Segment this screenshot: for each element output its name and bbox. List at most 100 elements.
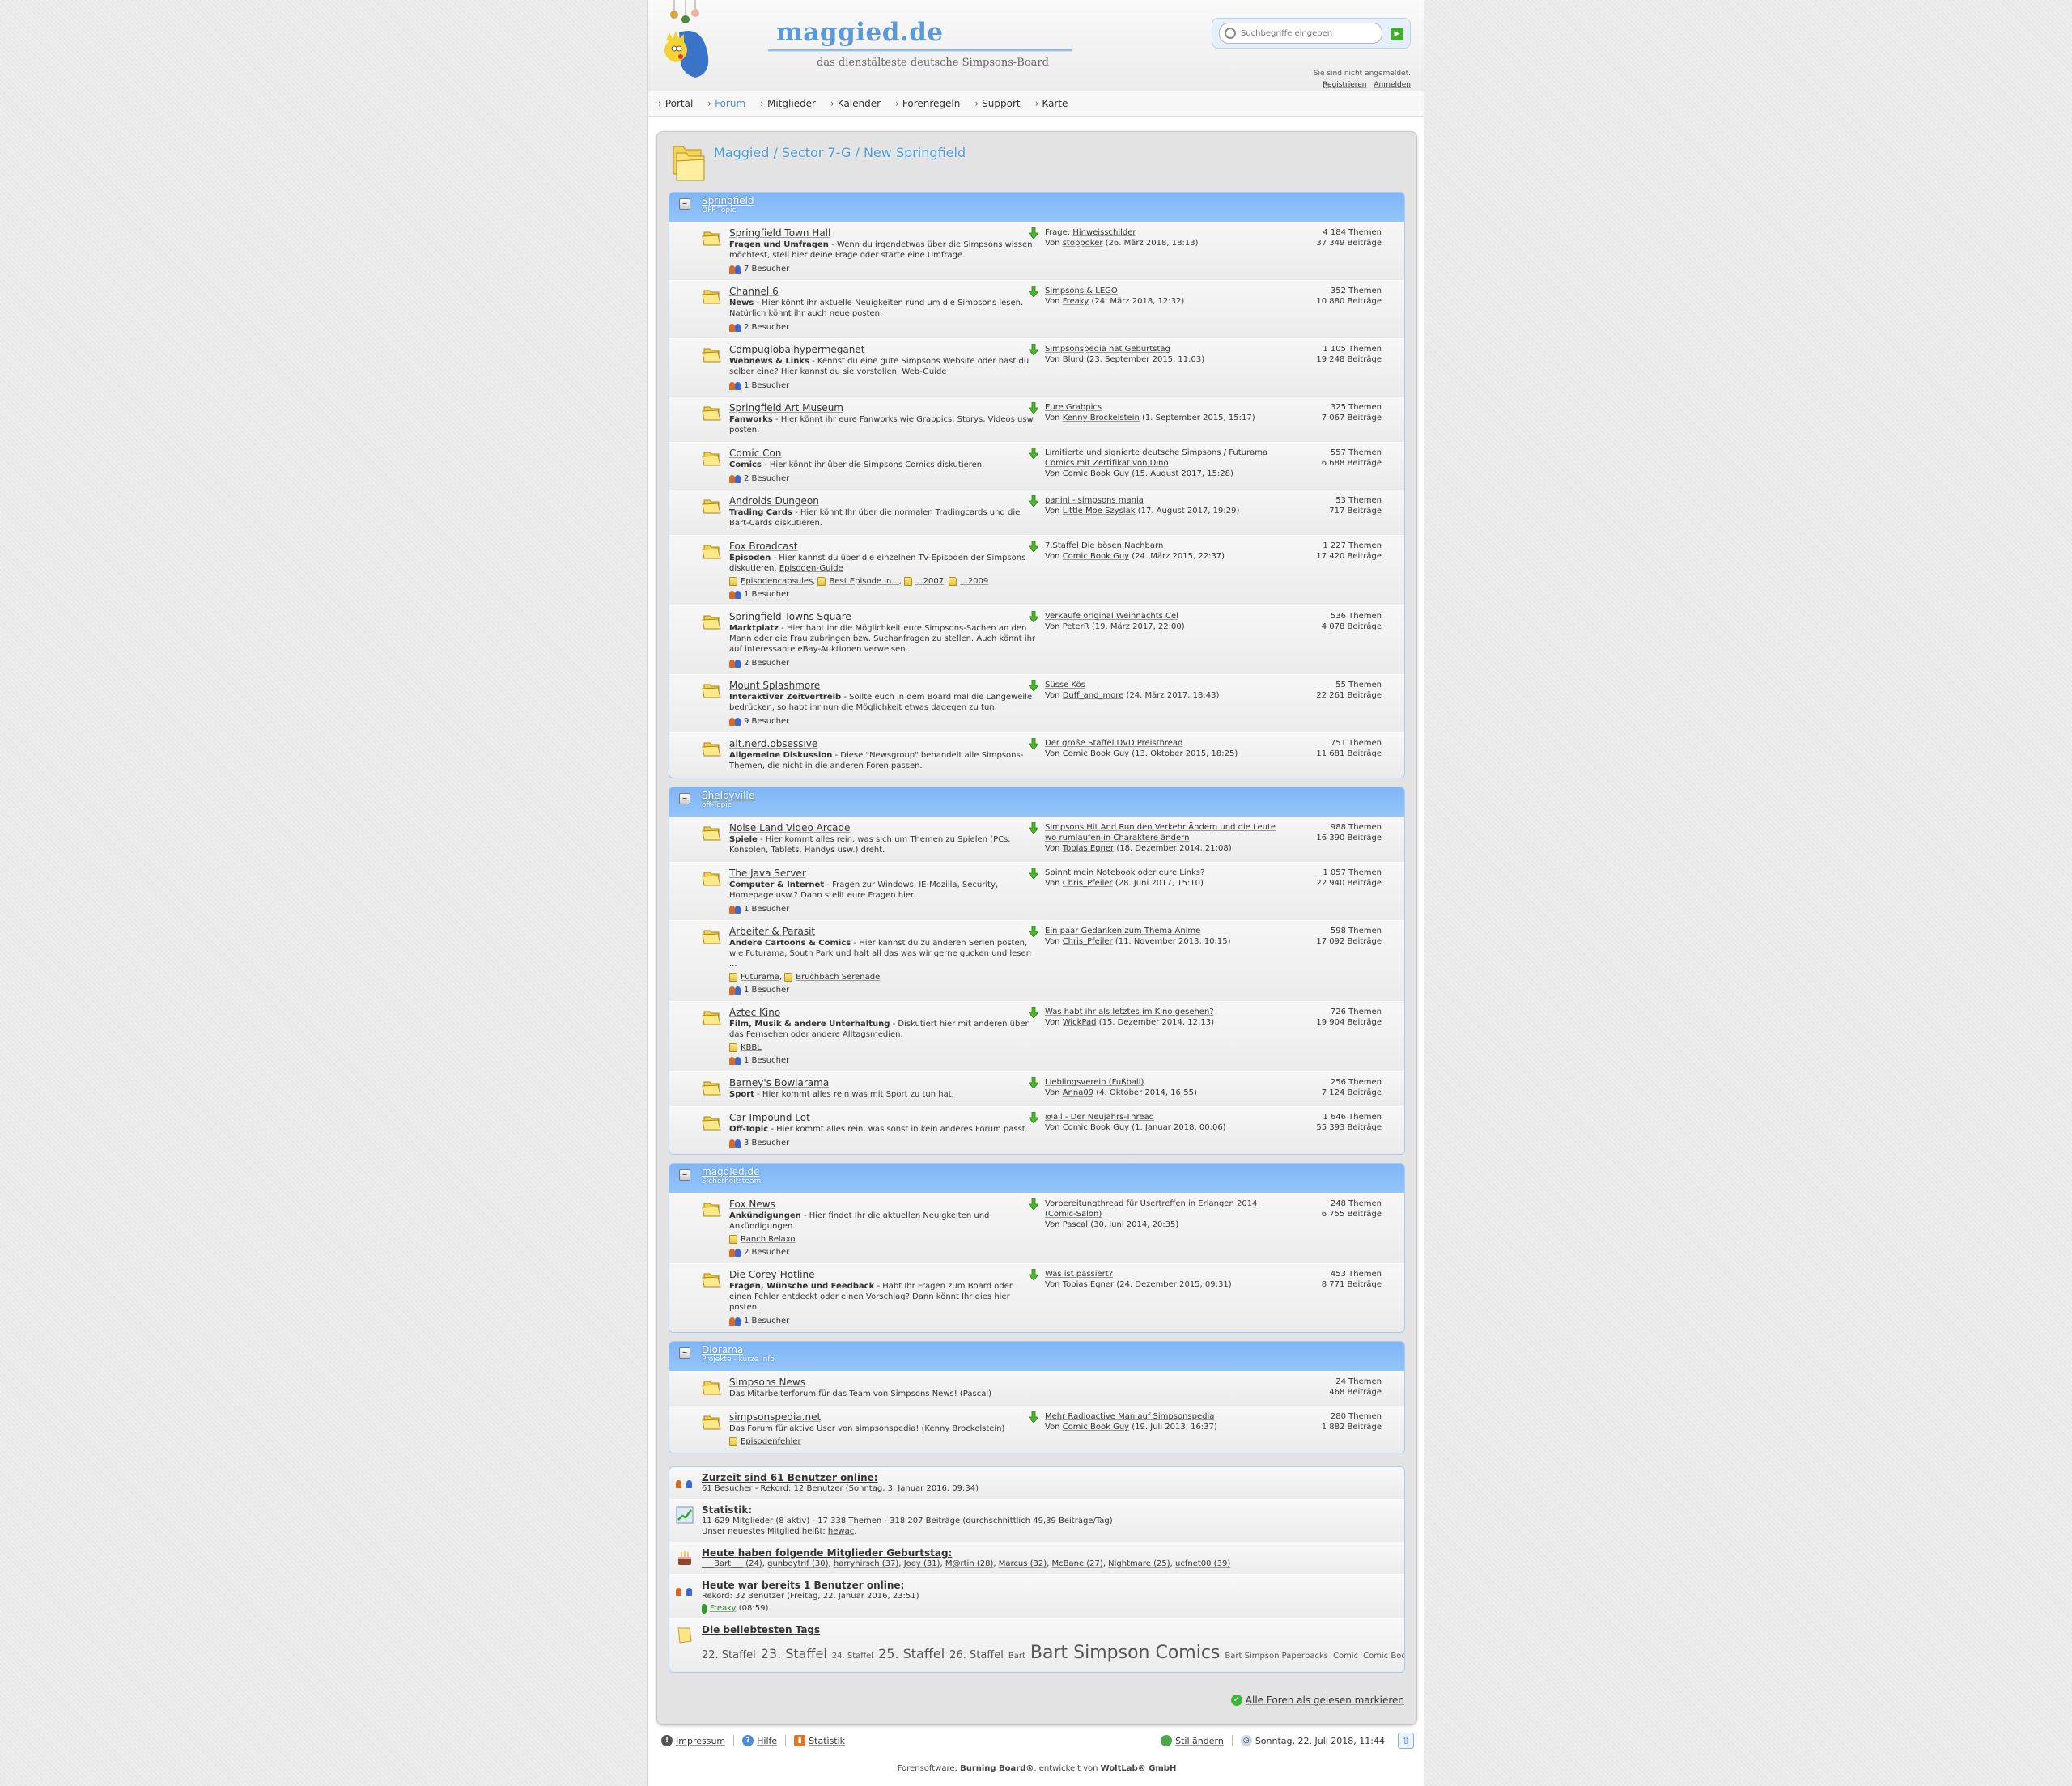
subforum-link[interactable]: ...2007	[915, 577, 944, 586]
last-post-author-link[interactable]: WickPad	[1063, 1018, 1097, 1027]
collapse-icon[interactable]: –	[679, 793, 690, 804]
go-to-last-post-icon[interactable]	[1029, 822, 1038, 834]
nav-item-support[interactable]: › Support	[974, 98, 1020, 109]
tag-link[interactable]: Comic Book Guy Comics	[1363, 1652, 1404, 1661]
go-to-last-post-icon[interactable]	[1029, 402, 1038, 414]
last-post-author-link[interactable]: Freaky	[1063, 297, 1089, 306]
search-submit-button[interactable]: ▶	[1391, 28, 1403, 40]
board-title-link[interactable]: Androids Dungeon	[729, 495, 1037, 507]
category-title[interactable]: maggied.de	[702, 1166, 1404, 1177]
last-post-author-link[interactable]: Pascal	[1063, 1220, 1088, 1229]
board-title-link[interactable]: Compuglobalhypermeganet	[729, 344, 1037, 355]
go-to-last-post-icon[interactable]	[1029, 1007, 1038, 1018]
birthday-member-link[interactable]: harryhirsch (37)	[834, 1559, 898, 1568]
board-title-link[interactable]: Barney's Bowlarama	[729, 1077, 1037, 1088]
board-title-link[interactable]: Car Impound Lot	[729, 1112, 1037, 1123]
last-post-author-link[interactable]: Anna09	[1063, 1088, 1093, 1097]
last-post-author-link[interactable]: Tobias Egner	[1063, 1280, 1114, 1289]
last-post-author-link[interactable]: Kenny Brockelstein	[1063, 414, 1140, 422]
last-post-link[interactable]: Ein paar Gedanken zum Thema Anime	[1045, 927, 1200, 935]
last-post-author-link[interactable]: Comic Book Guy	[1063, 1123, 1129, 1132]
birthday-title[interactable]: Heute haben folgende Mitglieder Geburtst…	[702, 1547, 1404, 1559]
subforum-link[interactable]: Ranch Relaxo	[741, 1235, 796, 1244]
maggie-logo-icon[interactable]	[663, 0, 710, 79]
last-post-author-link[interactable]: PeterR	[1063, 622, 1089, 631]
board-title-link[interactable]: Noise Land Video Arcade	[729, 822, 1037, 834]
board-title-link[interactable]: Springfield Towns Square	[729, 611, 1037, 622]
tag-link[interactable]: 26. Staffel	[949, 1649, 1004, 1661]
birthday-member-link[interactable]: ___Bart___ (24)	[702, 1559, 762, 1568]
last-post-link[interactable]: Spinnt mein Notebook oder eure Links?	[1045, 868, 1204, 877]
last-post-link[interactable]: Was ist passiert?	[1045, 1270, 1113, 1279]
nav-item-kalender[interactable]: › Kalender	[830, 98, 881, 109]
tags-title[interactable]: Die beliebtesten Tags	[702, 1624, 1404, 1635]
tag-link[interactable]: 24. Staffel	[832, 1652, 873, 1661]
birthday-member-link[interactable]: Marcus (32)	[999, 1559, 1047, 1568]
last-post-link[interactable]: Hinweisschilder	[1072, 228, 1136, 237]
last-post-link[interactable]: Vorbereitungthread für Usertreffen in Er…	[1045, 1199, 1257, 1219]
board-title-link[interactable]: Die Corey-Hotline	[729, 1269, 1037, 1280]
board-title-link[interactable]: simpsonspedia.net	[729, 1411, 1037, 1423]
nav-item-karte[interactable]: › Karte	[1035, 98, 1068, 109]
last-post-author-link[interactable]: Blurd	[1063, 355, 1084, 364]
go-to-last-post-icon[interactable]	[1029, 926, 1038, 937]
subforum-link[interactable]: Best Episode in...	[829, 577, 898, 586]
last-post-link[interactable]: Verkaufe original Weihnachts Cel	[1045, 612, 1178, 621]
login-link[interactable]: Anmelden	[1374, 81, 1411, 89]
go-to-last-post-icon[interactable]	[1029, 541, 1038, 552]
board-title-link[interactable]: Mount Splashmore	[729, 680, 1037, 691]
last-post-link[interactable]: Simpsons & LEGO	[1045, 286, 1118, 295]
subforum-link[interactable]: Episodencapsules	[741, 577, 813, 586]
mark-all-read[interactable]: ✓ Alle Foren als gelesen markieren	[1230, 1695, 1404, 1706]
last-post-link[interactable]: Die bösen Nachbarn	[1081, 541, 1163, 550]
go-to-last-post-icon[interactable]	[1029, 1411, 1038, 1423]
subforum-link[interactable]: Bruchbach Serenade	[796, 973, 880, 982]
last-post-link[interactable]: Der große Staffel DVD Preisthread	[1045, 739, 1182, 748]
nav-item-forum[interactable]: › Forum	[707, 98, 745, 109]
birthday-member-link[interactable]: ucfnet00 (39)	[1175, 1559, 1230, 1568]
go-to-last-post-icon[interactable]	[1029, 1198, 1038, 1210]
last-post-link[interactable]: Lieblingsverein (Fußball)	[1045, 1078, 1144, 1087]
last-post-author-link[interactable]: Chris_Pfeiler	[1063, 879, 1113, 888]
collapse-icon[interactable]: –	[679, 1347, 690, 1359]
birthday-member-link[interactable]: Joey (31)	[904, 1559, 940, 1568]
last-post-author-link[interactable]: Duff_and_more	[1063, 691, 1124, 700]
last-post-author-link[interactable]: Comic Book Guy	[1063, 552, 1129, 561]
help-link[interactable]: Hilfe	[757, 1736, 777, 1746]
birthday-member-link[interactable]: Nightmare (25)	[1108, 1559, 1170, 1568]
nav-item-forenregeln[interactable]: › Forenregeln	[895, 98, 960, 109]
last-post-author-link[interactable]: Comic Book Guy	[1063, 749, 1129, 758]
go-to-last-post-icon[interactable]	[1029, 1269, 1038, 1280]
nav-item-mitglieder[interactable]: › Mitglieder	[760, 98, 816, 109]
last-post-link[interactable]: Süsse Kös	[1045, 681, 1085, 689]
tag-link[interactable]: 22. Staffel	[702, 1649, 756, 1661]
tag-link[interactable]: Bart Simpson Paperbacks	[1225, 1652, 1328, 1661]
last-post-link[interactable]: panini - simpsons mania	[1045, 496, 1144, 505]
go-to-last-post-icon[interactable]	[1029, 448, 1038, 459]
last-post-link[interactable]: @all - Der Neujahrs-Thread	[1045, 1113, 1154, 1122]
impressum-item[interactable]: ! Impressum	[661, 1735, 735, 1746]
board-title-link[interactable]: Comic Con	[729, 448, 1037, 459]
change-style-item[interactable]: Stil ändern	[1161, 1735, 1233, 1746]
search-field[interactable]	[1219, 23, 1382, 44]
scroll-to-top-button[interactable]: ⇧	[1398, 1733, 1414, 1749]
board-desc-link[interactable]: Web-Guide	[902, 367, 946, 376]
board-title-link[interactable]: Arbeiter & Parasit	[729, 926, 1037, 937]
last-post-author-link[interactable]: Comic Book Guy	[1063, 1423, 1129, 1432]
last-post-link[interactable]: Was habt ihr als letztes im Kino gesehen…	[1045, 1008, 1214, 1016]
subforum-item[interactable]: KBBL	[729, 1043, 762, 1052]
collapse-icon[interactable]: –	[679, 198, 690, 210]
collapse-icon[interactable]: –	[679, 1169, 690, 1181]
category-title[interactable]: Springfield	[702, 195, 1404, 206]
nav-item-portal[interactable]: › Portal	[658, 98, 693, 109]
subforum-link[interactable]: Futurama	[741, 973, 779, 982]
statistics-item[interactable]: ▮ Statistik	[786, 1735, 853, 1746]
subforum-item[interactable]: Best Episode in...,	[817, 577, 902, 586]
impressum-link[interactable]: Impressum	[676, 1736, 725, 1746]
last-post-author-link[interactable]: Chris_Pfeiler	[1063, 937, 1113, 946]
last-post-author-link[interactable]: Little Moe Szyslak	[1063, 507, 1136, 515]
today-user-link[interactable]: Freaky	[710, 1603, 737, 1614]
birthday-member-link[interactable]: gunboytrif (30)	[767, 1559, 828, 1568]
newest-member-link[interactable]: hewac	[828, 1527, 854, 1536]
tag-link[interactable]: Comic	[1333, 1652, 1358, 1661]
